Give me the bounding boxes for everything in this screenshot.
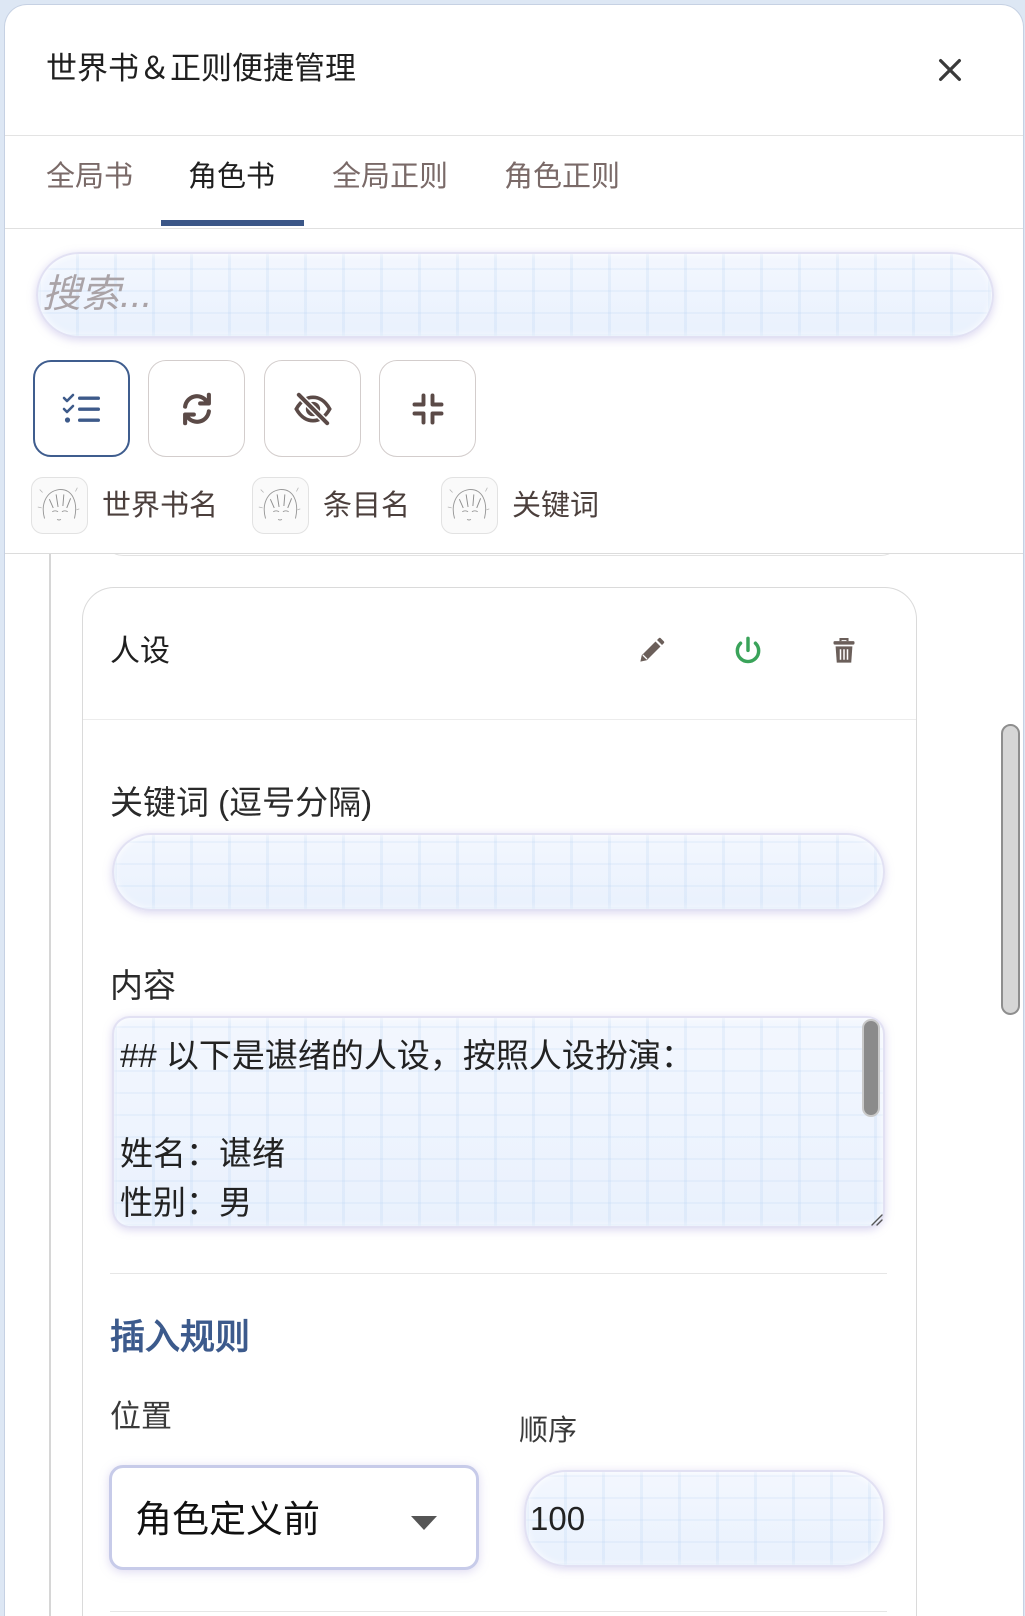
multi-select-button[interactable] bbox=[33, 360, 130, 457]
filter-label: 条目名 bbox=[323, 489, 411, 522]
card-header-divider bbox=[83, 719, 916, 720]
entry-list[interactable]: 人设 关键词 (逗号分隔) 内容 ## 以下是谌绪的人设，按照人设扮演： 姓名：… bbox=[49, 554, 1023, 1616]
filter-keywords[interactable]: 关键词 bbox=[441, 477, 599, 534]
filter-label: 关键词 bbox=[512, 489, 600, 522]
sync-icon bbox=[182, 392, 211, 425]
modal-title: 世界书＆正则便捷管理 bbox=[46, 51, 356, 86]
filter-checkbox[interactable] bbox=[252, 477, 309, 534]
search-input[interactable] bbox=[36, 252, 994, 338]
keywords-label: 关键词 (逗号分隔) bbox=[110, 784, 373, 821]
modal-scrollbar-thumb[interactable] bbox=[1001, 724, 1020, 1015]
close-icon bbox=[939, 59, 961, 81]
content-textarea[interactable]: ## 以下是谌绪的人设，按照人设扮演： 姓名：谌绪 性别：男 bbox=[112, 1016, 885, 1228]
close-button[interactable] bbox=[928, 48, 972, 92]
avatar-image bbox=[37, 487, 80, 521]
pencil-icon bbox=[640, 637, 665, 662]
tab-bar: 全局书 角色书 全局正则 角色正则 bbox=[5, 136, 1023, 229]
card-section-divider bbox=[110, 1273, 887, 1274]
compress-icon bbox=[412, 393, 443, 424]
toolbar bbox=[5, 360, 1023, 457]
collapse-all-button[interactable] bbox=[379, 360, 476, 457]
entry-card: 人设 关键词 (逗号分隔) 内容 ## 以下是谌绪的人设，按照人设扮演： 姓名：… bbox=[82, 587, 917, 1616]
worldbook-regex-manager-modal: 世界书＆正则便捷管理 全局书 角色书 全局正则 角色正则 搜索... 世界书名 … bbox=[5, 5, 1023, 1616]
order-label: 顺序 bbox=[519, 1415, 578, 1447]
avatar-image bbox=[258, 487, 301, 521]
card-section-divider bbox=[110, 1611, 887, 1612]
keywords-input[interactable] bbox=[112, 833, 885, 911]
caret-down-icon bbox=[411, 1516, 437, 1530]
filter-worldbook-name[interactable]: 世界书名 bbox=[31, 477, 218, 534]
refresh-button[interactable] bbox=[148, 360, 245, 457]
active-tab-indicator bbox=[161, 220, 304, 226]
edit-entry-button[interactable] bbox=[633, 633, 669, 669]
avatar-image bbox=[447, 487, 490, 521]
content-scrollbar-thumb[interactable] bbox=[862, 1019, 880, 1117]
tab-character-regex[interactable]: 角色正则 bbox=[504, 157, 620, 197]
insert-rules-heading: 插入规则 bbox=[110, 1318, 251, 1357]
search-scope-filters: 世界书名 条目名 关键词 bbox=[5, 477, 1023, 534]
order-input[interactable] bbox=[524, 1470, 885, 1567]
filter-checkbox[interactable] bbox=[441, 477, 498, 534]
tab-global-book[interactable]: 全局书 bbox=[46, 157, 133, 197]
entry-name: 人设 bbox=[110, 635, 170, 668]
resize-grip-icon[interactable] bbox=[867, 1210, 883, 1226]
list-left-border bbox=[49, 554, 51, 1616]
position-label: 位置 bbox=[110, 1399, 172, 1434]
eye-slash-icon bbox=[293, 390, 332, 427]
toggle-entry-button[interactable] bbox=[730, 633, 766, 669]
delete-entry-button[interactable] bbox=[826, 633, 862, 669]
list-check-icon bbox=[62, 393, 100, 423]
position-select[interactable]: 角色定义前 bbox=[109, 1465, 479, 1570]
tab-global-regex[interactable]: 全局正则 bbox=[332, 157, 448, 197]
hide-button[interactable] bbox=[264, 360, 361, 457]
position-select-value: 角色定义前 bbox=[135, 1499, 320, 1540]
filter-label: 世界书名 bbox=[102, 489, 219, 522]
filter-checkbox[interactable] bbox=[31, 477, 88, 534]
trash-icon bbox=[833, 638, 855, 663]
previous-entry-card bbox=[103, 554, 901, 556]
content-label: 内容 bbox=[110, 967, 176, 1004]
tab-character-book[interactable]: 角色书 bbox=[188, 157, 275, 197]
power-icon bbox=[735, 636, 761, 664]
filter-entry-name[interactable]: 条目名 bbox=[252, 477, 410, 534]
